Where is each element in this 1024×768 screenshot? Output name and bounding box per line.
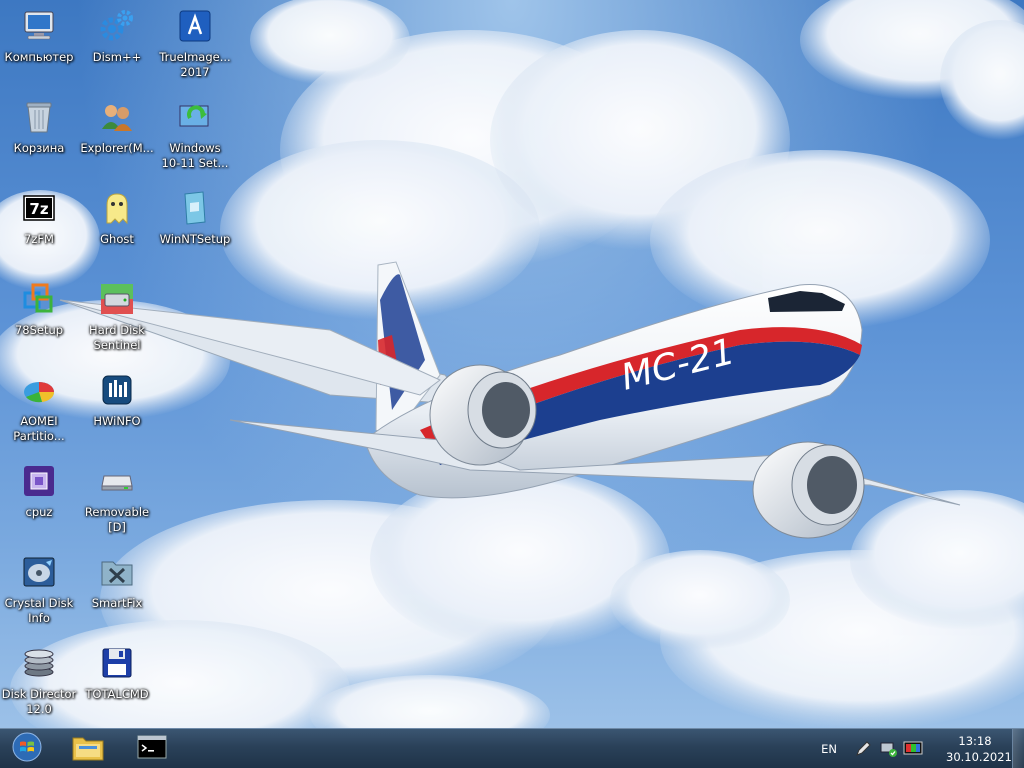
network-icon[interactable]: [878, 739, 898, 759]
taskbar: EN 13:18 30.10.2021: [0, 728, 1024, 768]
system-tray: EN 13:18 30.10.2021: [821, 729, 1024, 768]
desktop-icon-computer[interactable]: Компьютер: [0, 4, 78, 90]
show-desktop-button[interactable]: [1012, 729, 1024, 768]
folder-icon: [71, 732, 105, 766]
windows-squares-icon: [21, 281, 57, 317]
display-icon[interactable]: [903, 739, 923, 759]
cpu-chip-icon: [21, 463, 57, 499]
start-button[interactable]: [0, 729, 54, 768]
desktop-icon-aomei[interactable]: AOMEI Partitio...: [0, 368, 78, 454]
desktop-icon-label: Dism++: [92, 50, 142, 64]
floppy-disk-icon: [99, 645, 135, 681]
desktop-icon-smartfix[interactable]: SmartFix: [78, 550, 156, 636]
windows-setup-icon: [177, 99, 213, 135]
pen-icon[interactable]: [853, 739, 873, 759]
desktop-icon-winntsetup[interactable]: WinNTSetup: [156, 186, 234, 272]
desktop-icon-label: Crystal Disk Info: [4, 596, 74, 625]
gears-icon: [99, 8, 135, 44]
users-icon: [99, 99, 135, 135]
command-prompt-icon: [137, 735, 167, 763]
tools-folder-icon: [99, 554, 135, 590]
7zip-icon: 7z: [21, 190, 57, 226]
desktop-icon-label: TrueImage... 2017: [159, 50, 231, 79]
desktop-icon-explorer[interactable]: Explorer(M...: [78, 95, 156, 181]
desktop-icon-label: 78Setup: [14, 323, 64, 337]
desktop-icon-dism[interactable]: Dism++: [78, 4, 156, 90]
clock-time: 13:18: [958, 734, 992, 748]
computer-icon: [21, 8, 57, 44]
taskbar-cmd-button[interactable]: [122, 729, 182, 768]
language-indicator[interactable]: EN: [821, 742, 837, 756]
desktop-icon-78setup[interactable]: 78Setup: [0, 277, 78, 363]
desktop-icon-label: Windows 10-11 Set...: [161, 141, 229, 170]
desktop-icon-label: Removable [D]: [84, 505, 150, 534]
partition-icon: [21, 372, 57, 408]
winntsetup-icon: [177, 190, 213, 226]
desktop-icon-trueimage[interactable]: TrueImage... 2017: [156, 4, 234, 90]
recycle-bin-icon: [21, 99, 57, 135]
desktop-icon-7zfm[interactable]: 7z 7zFM: [0, 186, 78, 272]
taskbar-explorer-button[interactable]: [58, 729, 118, 768]
desktop-icon-totalcmd[interactable]: TOTALCMD: [78, 641, 156, 727]
desktop-icon-label: 7zFM: [24, 232, 54, 246]
clock[interactable]: 13:18 30.10.2021: [946, 733, 1012, 765]
desktop-icon-label: Корзина: [13, 141, 65, 155]
clock-date: 30.10.2021: [946, 750, 1012, 764]
desktop-icon-cpuz[interactable]: cpuz: [0, 459, 78, 545]
svg-text:7z: 7z: [29, 200, 48, 218]
desktop-icon-crystaldisk[interactable]: Crystal Disk Info: [0, 550, 78, 636]
desktop-icon-ghost[interactable]: Ghost: [78, 186, 156, 272]
desktop-icon-hwinfo[interactable]: HWiNFO: [78, 368, 156, 454]
desktop-icon-recycle-bin[interactable]: Корзина: [0, 95, 78, 181]
hwinfo-icon: [99, 372, 135, 408]
desktop-icon-label: SmartFix: [91, 596, 143, 610]
desktop-icon-label: AOMEI Partitio...: [13, 414, 65, 443]
desktop-icon-label: Ghost: [100, 232, 134, 246]
removable-drive-icon: [99, 463, 135, 499]
hard-disk-icon: [99, 281, 135, 317]
desktop-icon-label: cpuz: [25, 505, 53, 519]
desktop-icon-label: Explorer(M...: [80, 141, 154, 155]
crystal-disk-icon: [21, 554, 57, 590]
windows-logo-icon: [12, 732, 42, 766]
desktop-icon-windows-setup[interactable]: Windows 10-11 Set...: [156, 95, 234, 181]
acronis-icon: [177, 8, 213, 44]
desktop-icon-removable[interactable]: Removable [D]: [78, 459, 156, 545]
desktop-icon-label: Компьютер: [4, 50, 74, 64]
desktop-icon-hdsentinel[interactable]: Hard Disk Sentinel: [78, 277, 156, 363]
desktop-icon-label: HWiNFO: [93, 414, 141, 428]
desktop-icon-label: Hard Disk Sentinel: [89, 323, 145, 352]
disk-stack-icon: [21, 645, 57, 681]
ghost-icon: [99, 190, 135, 226]
desktop-icon-label: WinNTSetup: [159, 232, 231, 246]
desktop-icon-label: Disk Director 12.0: [1, 687, 77, 716]
desktop-icon-diskdirector[interactable]: Disk Director 12.0: [0, 641, 78, 727]
desktop-icon-label: TOTALCMD: [85, 687, 149, 701]
